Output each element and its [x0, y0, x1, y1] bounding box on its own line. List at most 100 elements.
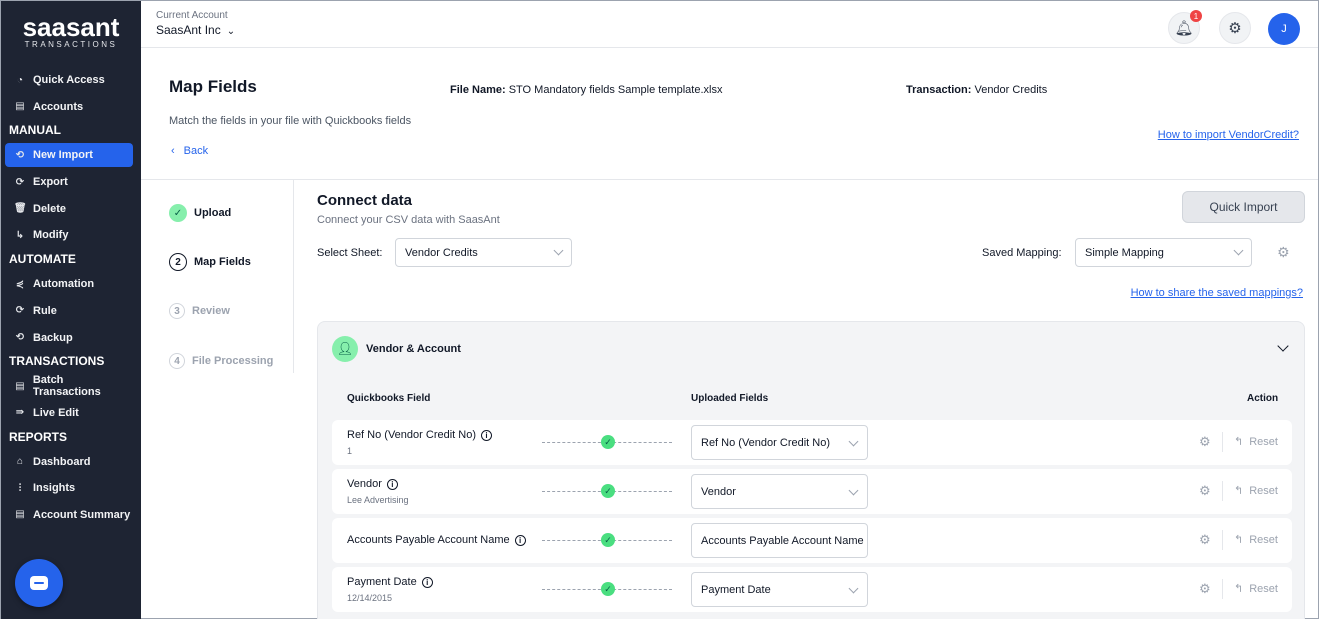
info-icon[interactable]: i: [481, 429, 492, 441]
saved-mapping-value: Simple Mapping: [1085, 246, 1164, 259]
sidebar-section-heading: MANUAL: [9, 123, 61, 138]
action-divider: [1222, 481, 1223, 501]
reset-button[interactable]: ↰ Reset: [1234, 533, 1278, 546]
sidebar-item-automation[interactable]: ⋞ Automation: [5, 272, 133, 296]
person-icon: 👤︎: [332, 336, 358, 362]
sidebar-item-export[interactable]: ⟳ Export: [5, 170, 133, 194]
file-name-value: STO Mandatory fields Sample template.xls…: [508, 84, 723, 96]
select-sheet-dropdown[interactable]: Vendor Credits: [395, 238, 572, 267]
sidebar-item-accounts[interactable]: ▤ Accounts: [5, 95, 133, 119]
uploaded-field-dropdown[interactable]: Accounts Payable Account Name: [691, 523, 868, 558]
reset-button[interactable]: ↰ Reset: [1234, 435, 1278, 448]
stepper-divider: [293, 180, 294, 373]
sidebar-item-label: Insights: [33, 482, 76, 495]
reset-label: Reset: [1249, 436, 1278, 448]
undo-icon: ↰: [1234, 436, 1244, 448]
field-sample-value: Lee Advertising: [347, 495, 409, 505]
transaction-info: Transaction: Vendor Credits: [906, 84, 1047, 96]
info-icon[interactable]: i: [386, 478, 398, 490]
back-link[interactable]: ‹ Back: [171, 145, 208, 157]
top-bar: Current Account SaasAnt Inc ⌄ 🔔︎ 1 ⚙ J: [141, 1, 1318, 48]
logo-tagline: TRANSACTIONS: [24, 40, 118, 49]
sidebar-item-label: Accounts: [33, 100, 84, 113]
mapping-section-title: Vendor & Account: [366, 343, 461, 355]
sidebar-item-backup[interactable]: ⟲ Backup: [5, 326, 133, 350]
step-label: Upload: [194, 207, 232, 219]
quick-import-button[interactable]: Quick Import: [1182, 191, 1305, 223]
reset-label: Reset: [1249, 534, 1278, 546]
info-icon[interactable]: i: [514, 534, 526, 546]
info-icon[interactable]: i: [421, 576, 433, 588]
account-switcher[interactable]: SaasAnt Inc ⌄: [156, 23, 235, 37]
sidebar-item-label: Export: [33, 176, 68, 189]
field-settings-icon[interactable]: ⚙: [1199, 532, 1211, 548]
sidebar-item-modify[interactable]: ↳ Modify: [5, 223, 133, 247]
header-divider: [141, 179, 1318, 180]
trash-icon: 🗑︎: [14, 203, 27, 215]
backup-icon: ⟲: [15, 332, 25, 343]
settings-button[interactable]: ⚙: [1219, 12, 1251, 44]
select-sheet-label: Select Sheet:: [317, 247, 383, 259]
share-mappings-link[interactable]: How to share the saved mappings?: [1131, 287, 1303, 299]
field-settings-icon[interactable]: ⚙: [1199, 434, 1211, 450]
mapping-settings-icon[interactable]: ⚙: [1277, 244, 1290, 261]
chevron-down-icon: [553, 245, 564, 256]
sidebar-item-account-summary[interactable]: ▤ Account Summary: [5, 503, 133, 527]
sidebar-item-label: New Import: [33, 149, 93, 162]
step-upload: ✓ Upload: [169, 204, 231, 222]
uploaded-field-dropdown[interactable]: Payment Date: [691, 572, 868, 607]
field-sample-value: 12/14/2015: [347, 593, 393, 603]
reset-label: Reset: [1249, 485, 1278, 497]
saasant-logo[interactable]: saasant TRANSACTIONS: [1, 1, 141, 63]
sidebar-item-label: Rule: [33, 304, 57, 317]
clipboard-icon: ▤: [15, 509, 25, 521]
step-map-fields: 2 Map Fields: [169, 253, 251, 271]
uploaded-field-dropdown[interactable]: Vendor: [691, 474, 868, 509]
reset-button[interactable]: ↰ Reset: [1234, 484, 1278, 497]
uploaded-field-value: Payment Date: [701, 583, 771, 596]
sidebar-item-rule[interactable]: ⟳ Rule: [5, 299, 133, 323]
quickbooks-field-name: Accounts Payable Account Name i: [347, 534, 526, 546]
sidebar-item-quick-access[interactable]: ◔ Quick Access: [5, 68, 133, 92]
saved-mapping-dropdown[interactable]: Simple Mapping: [1075, 238, 1252, 267]
sidebar-item-label: Account Summary: [33, 508, 131, 521]
chevron-down-icon: [1233, 245, 1244, 256]
sidebar-item-delete[interactable]: 🗑︎ Delete: [5, 197, 133, 221]
field-label: Ref No (Vendor Credit No): [347, 429, 476, 441]
chevron-down-icon[interactable]: [1277, 340, 1289, 352]
user-avatar[interactable]: J: [1268, 13, 1300, 45]
sidebar-item-insights[interactable]: ⫶ Insights: [5, 476, 133, 500]
import-help-link[interactable]: How to import VendorCredit?: [1158, 129, 1299, 141]
current-account-label: Current Account: [156, 10, 228, 21]
field-label: Accounts Payable Account Name: [347, 534, 510, 546]
file-name-label: File Name:: [450, 84, 506, 96]
step-file-processing: 4 File Processing: [169, 353, 273, 369]
notification-badge: 1: [1190, 10, 1202, 22]
back-label: Back: [183, 145, 209, 157]
field-settings-icon[interactable]: ⚙: [1199, 483, 1211, 499]
sidebar-item-new-import[interactable]: ⟲ New Import: [5, 143, 133, 168]
uploaded-field-dropdown[interactable]: Ref No (Vendor Credit No): [691, 425, 868, 460]
chat-support-button[interactable]: [15, 559, 63, 607]
sidebar-item-label: Backup: [33, 331, 73, 344]
sidebar-item-batch-transactions[interactable]: ▤ Batch Transactions: [5, 374, 133, 398]
mapping-row: Accounts Payable Account Name i ✓ Accounts …: [332, 518, 1292, 563]
sliders-icon: ⫶: [18, 482, 22, 494]
mapping-row: Payment Date i 12/14/2015 ✓ Payment Date ⚙ ↰ Re…: [332, 567, 1292, 612]
sidebar-section-heading: TRANSACTIONS: [9, 354, 105, 369]
step-label: File Processing: [192, 355, 274, 367]
share-icon: ⋞: [15, 278, 25, 290]
edit-icon: ↳: [15, 229, 25, 241]
column-quickbooks-field: Quickbooks Field: [347, 393, 431, 404]
sidebar-item-label: Automation: [33, 278, 95, 291]
step-number: 3: [169, 303, 185, 319]
field-settings-icon[interactable]: ⚙: [1199, 581, 1211, 597]
gear-icon: ⚙: [1228, 20, 1242, 37]
chat-icon: [30, 576, 48, 590]
reset-button[interactable]: ↰ Reset: [1234, 582, 1278, 595]
uploaded-field-value: Vendor: [701, 485, 736, 498]
sidebar-item-live-edit[interactable]: ⇛ Live Edit: [5, 401, 133, 425]
column-action: Action: [1247, 393, 1279, 404]
notifications-button[interactable]: 🔔︎ 1: [1168, 10, 1202, 44]
sidebar-item-dashboard[interactable]: ⌂ Dashboard: [5, 450, 133, 474]
